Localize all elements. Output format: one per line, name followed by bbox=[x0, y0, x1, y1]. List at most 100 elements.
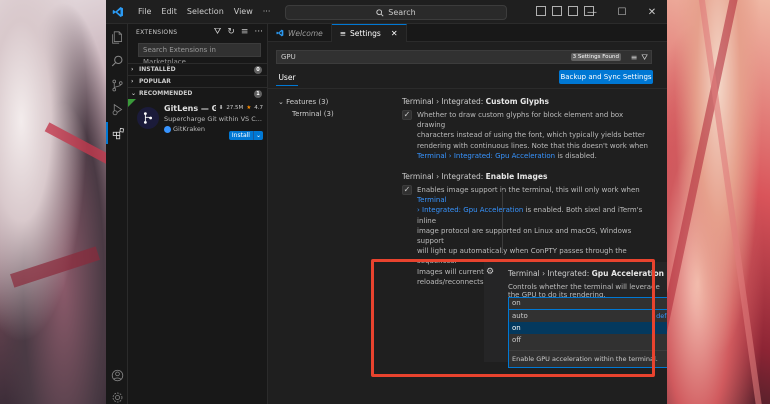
setting-description: Whether to draw custom glyphs for block … bbox=[417, 111, 648, 160]
section-recommended[interactable]: ⌄ RECOMMENDED 1 bbox=[128, 87, 267, 99]
account-icon[interactable] bbox=[106, 364, 128, 386]
terminal-link[interactable]: Terminal bbox=[417, 196, 447, 204]
gpu-acceleration-select[interactable]: on ⌄ bbox=[508, 297, 667, 310]
gpu-acceleration-link[interactable]: Terminal › Integrated: Gpu Acceleration bbox=[417, 152, 555, 160]
tab-welcome-label: Welcome bbox=[288, 28, 323, 38]
setting-gpu-title: Terminal › Integrated: Gpu Acceleration bbox=[508, 269, 664, 278]
toggle-panel-icon[interactable] bbox=[552, 6, 562, 16]
extension-description: Supercharge Git within VS C... bbox=[164, 115, 262, 123]
setting-title: Terminal › Integrated: Enable Images bbox=[402, 172, 548, 181]
divider bbox=[268, 88, 667, 89]
option-auto[interactable]: auto default bbox=[509, 310, 667, 322]
extension-rating: 4.7 bbox=[254, 105, 263, 111]
chevron-right-icon: › bbox=[131, 66, 134, 73]
option-off[interactable]: off bbox=[509, 334, 667, 346]
section-popular[interactable]: › POPULAR bbox=[128, 75, 267, 87]
extensions-search-input[interactable]: Search Extensions in Marketplace bbox=[138, 43, 261, 66]
installed-count-badge: 0 bbox=[254, 66, 262, 74]
settings-search-value: GPU bbox=[281, 53, 296, 61]
clear-filter-icon[interactable]: ≡ bbox=[631, 52, 638, 64]
search-icon bbox=[376, 8, 384, 17]
setting-custom-glyphs: Terminal › Integrated: Custom Glyphs ✓ W… bbox=[402, 97, 652, 161]
dropdown-divider bbox=[509, 350, 667, 351]
menu-file[interactable]: File bbox=[133, 0, 156, 24]
filter-icon[interactable]: ⛛ bbox=[641, 52, 648, 64]
maximize-icon[interactable]: ☐ bbox=[607, 0, 637, 24]
chevron-down-icon: ⌄ bbox=[278, 98, 284, 106]
toc-features-label: Features (3) bbox=[286, 98, 329, 106]
section-popular-label: POPULAR bbox=[139, 78, 171, 85]
setting-title: Terminal › Integrated: Custom Glyphs bbox=[402, 97, 549, 106]
vscode-window: File Edit Selection View ··· ← → Search … bbox=[106, 0, 667, 404]
filter-icon[interactable]: ⛛ bbox=[214, 27, 222, 37]
extension-stats: ⬇ 27.5M ★ 4.7 bbox=[219, 105, 263, 111]
settings-lines-icon: ≡ bbox=[339, 29, 347, 38]
backup-sync-button[interactable]: Backup and Sync Settings bbox=[559, 70, 653, 84]
verified-icon bbox=[164, 125, 171, 133]
editor-tabs: Welcome ≡ Settings ✕ bbox=[268, 24, 667, 42]
tab-user[interactable]: User bbox=[276, 70, 298, 86]
custom-glyphs-checkbox[interactable]: ✓ bbox=[402, 110, 412, 120]
star-icon: ★ bbox=[246, 105, 252, 111]
search-label: Search bbox=[388, 8, 416, 17]
menu-selection[interactable]: Selection bbox=[182, 0, 229, 24]
sidebar-actions: ⛛ ↻ ≡ ··· bbox=[214, 27, 263, 37]
vscode-logo-icon bbox=[276, 29, 284, 37]
close-window-icon[interactable]: ✕ bbox=[637, 0, 667, 24]
setting-indent-line bbox=[502, 190, 503, 252]
menu-more-icon[interactable]: ··· bbox=[258, 0, 276, 24]
window-controls: — ☐ ✕ bbox=[577, 0, 667, 24]
minimize-icon[interactable]: — bbox=[577, 0, 607, 24]
files-icon[interactable] bbox=[106, 26, 128, 48]
search-icon[interactable] bbox=[106, 50, 128, 72]
extensions-icon[interactable] bbox=[106, 122, 128, 144]
chevron-down-icon[interactable]: ⌄ bbox=[252, 131, 263, 140]
cloud-download-icon: ⬇ bbox=[218, 105, 224, 111]
settings-found-badge: 3 Settings Found bbox=[570, 53, 621, 61]
settings-toc: ⌄ Features (3) Terminal (3) bbox=[278, 96, 334, 120]
run-debug-icon[interactable] bbox=[106, 98, 128, 120]
default-label: default bbox=[656, 312, 667, 320]
clear-icon[interactable]: ≡ bbox=[241, 27, 249, 37]
wallpaper-right bbox=[643, 0, 770, 404]
source-control-icon[interactable] bbox=[106, 74, 128, 96]
recommended-corner-icon bbox=[128, 99, 136, 107]
tab-settings-label: Settings bbox=[350, 29, 381, 38]
title-bar: File Edit Selection View ··· ← → Search … bbox=[106, 0, 667, 24]
select-value: on bbox=[512, 299, 521, 307]
gpu-acceleration-link[interactable]: › Integrated: Gpu Acceleration bbox=[417, 206, 523, 214]
install-label: Install bbox=[231, 132, 250, 139]
gpu-acceleration-dropdown: auto default on off Enable GPU accelerat… bbox=[508, 310, 667, 368]
option-description: Enable GPU acceleration within the termi… bbox=[512, 355, 658, 363]
settings-search-input[interactable]: GPU 3 Settings Found ≡ ⛛ bbox=[276, 50, 652, 64]
section-recommended-label: RECOMMENDED bbox=[139, 90, 193, 97]
section-installed[interactable]: › INSTALLED 0 bbox=[128, 63, 267, 75]
tab-settings[interactable]: ≡ Settings ✕ bbox=[331, 24, 407, 42]
chevron-right-icon: › bbox=[131, 78, 134, 85]
wallpaper-left bbox=[0, 0, 156, 404]
vscode-logo-icon bbox=[111, 5, 125, 19]
manage-gear-icon[interactable] bbox=[106, 386, 128, 404]
extension-downloads: 27.5M bbox=[226, 105, 244, 111]
option-on[interactable]: on bbox=[509, 322, 667, 334]
toggle-primary-sidebar-icon[interactable] bbox=[536, 6, 546, 16]
command-center-search[interactable]: Search bbox=[285, 5, 507, 20]
extension-name: GitLens — Gi... bbox=[164, 104, 216, 113]
extensions-sidebar: EXTENSIONS ⛛ ↻ ≡ ··· Search Extensions i… bbox=[128, 24, 268, 404]
more-actions-icon[interactable]: ··· bbox=[254, 27, 263, 37]
extension-list-item[interactable]: GitLens — Gi... ⬇ 27.5M ★ 4.7 Supercharg… bbox=[128, 99, 267, 145]
toc-item-terminal[interactable]: Terminal (3) bbox=[278, 108, 334, 120]
publisher-name: GitKraken bbox=[173, 125, 205, 133]
close-icon[interactable]: ✕ bbox=[391, 29, 398, 38]
install-button[interactable]: Install ⌄ bbox=[228, 131, 263, 140]
settings-search-actions: ≡ ⛛ bbox=[631, 52, 648, 64]
tab-welcome[interactable]: Welcome bbox=[268, 24, 332, 42]
toc-item-features[interactable]: ⌄ Features (3) bbox=[278, 96, 334, 108]
chevron-down-icon: ⌄ bbox=[131, 90, 137, 97]
menu-edit[interactable]: Edit bbox=[156, 0, 182, 24]
refresh-icon[interactable]: ↻ bbox=[227, 27, 235, 37]
setting-gear-icon[interactable]: ⚙ bbox=[486, 267, 494, 277]
menu-view[interactable]: View bbox=[229, 0, 258, 24]
enable-images-checkbox[interactable]: ✓ bbox=[402, 185, 412, 195]
gitlens-logo-icon bbox=[137, 107, 159, 129]
